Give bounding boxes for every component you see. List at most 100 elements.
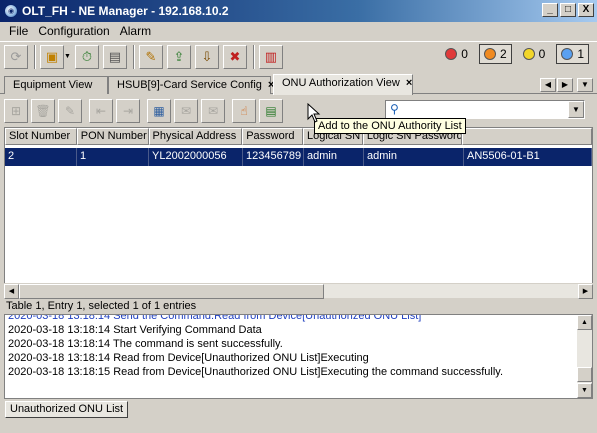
- major-alarm-icon: [483, 48, 496, 60]
- write-button[interactable]: ⇥: [116, 99, 140, 123]
- log-line: 2020-03-18 13:18:15 Read from Device[Una…: [8, 366, 504, 378]
- alarm-warning-count: 1: [577, 47, 584, 61]
- tab-onu-authorization-view[interactable]: ONU Authorization View ×: [273, 74, 413, 95]
- table-cell: 2: [5, 148, 77, 166]
- clock-icon: ⏱: [81, 48, 92, 64]
- critical-alarm-icon: [445, 48, 458, 60]
- alarm-minor[interactable]: 0: [518, 44, 551, 64]
- window-icon: ▣: [45, 48, 59, 64]
- maximize-button[interactable]: □: [560, 3, 576, 17]
- scroll-left-icon[interactable]: ◀: [4, 284, 19, 299]
- menu-configuration[interactable]: Configuration: [33, 24, 114, 38]
- tab-scroll-right-icon[interactable]: ▶: [557, 78, 573, 92]
- minor-alarm-icon: [522, 48, 535, 60]
- log-line: 2020-03-18 13:18:14 Read from Device[Una…: [8, 352, 369, 364]
- column-header[interactable]: Slot Number: [5, 128, 77, 145]
- scroll-right-icon[interactable]: ▶: [578, 284, 593, 299]
- download-icon: ⇩: [201, 48, 213, 64]
- upload-button[interactable]: ⇪: [166, 44, 191, 69]
- column-header[interactable]: PON Number: [76, 128, 149, 145]
- comment-icon: ✉: [180, 104, 192, 118]
- column-header[interactable]: Physical Address: [148, 128, 243, 145]
- comment-edit-button[interactable]: ✉: [201, 99, 225, 123]
- clock-button[interactable]: ⏱: [74, 44, 99, 69]
- delete-config-button[interactable]: ✖: [222, 44, 247, 69]
- download-button[interactable]: ⇩: [194, 44, 219, 69]
- modify-icon: ✎: [64, 104, 76, 118]
- tab-unauthorized-onu-list[interactable]: Unauthorized ONU List: [5, 401, 129, 418]
- add-to-authority-list-button[interactable]: ▤: [259, 99, 283, 123]
- tab-close-icon[interactable]: ×: [406, 77, 412, 89]
- search-input[interactable]: [406, 102, 566, 117]
- alarm-major-count: 2: [499, 47, 507, 61]
- scroll-thumb[interactable]: [577, 367, 592, 382]
- scroll-down-icon[interactable]: ▼: [577, 383, 592, 398]
- refresh-icon: ⟳: [10, 48, 22, 64]
- warning-alarm-icon: [561, 48, 574, 60]
- refresh-button[interactable]: ⟳: [4, 44, 28, 69]
- search-dropdown-icon[interactable]: ▼: [568, 101, 584, 118]
- comment-edit-icon: ✉: [207, 104, 219, 118]
- tab-list-icon[interactable]: ▼: [577, 78, 593, 92]
- tab-equipment-view[interactable]: Equipment View: [4, 76, 108, 94]
- toolbar-separator: [132, 44, 135, 69]
- log-line: 2020-03-18 13:18:14 Send the Command:Rea…: [8, 314, 422, 322]
- tab-label: HSUB[9]-Card Service Config: [117, 79, 262, 91]
- table-cell: admin: [304, 148, 364, 166]
- toolbar-separator: [252, 44, 255, 69]
- view-toolbar: ⊞ 🗑 ✎ ⇤ ⇥ ▦ ✉ ✉ ☝ ▤ ⚲ ▼: [4, 97, 593, 125]
- alarm-warning[interactable]: 1: [556, 44, 589, 64]
- window-menu-button[interactable]: ▣: [40, 44, 64, 69]
- search-combobox[interactable]: ⚲ ▼: [385, 100, 585, 119]
- add-button[interactable]: ⊞: [4, 99, 28, 123]
- toolbar-separator: [34, 44, 36, 69]
- log-line: 2020-03-18 13:18:14 Start Verifying Comm…: [8, 324, 262, 336]
- delete-button[interactable]: 🗑: [31, 99, 55, 123]
- alarm-critical[interactable]: 0: [440, 44, 473, 64]
- window-title: OLT_FH - NE Manager - 192.168.10.2: [22, 4, 229, 18]
- menu-file[interactable]: File: [4, 24, 33, 38]
- authorize-button[interactable]: ☝: [232, 99, 256, 123]
- column-header[interactable]: Password: [242, 128, 303, 145]
- app-icon: ◉: [4, 4, 18, 18]
- minimize-button[interactable]: _: [542, 3, 558, 17]
- hand-icon: ☝: [240, 104, 248, 118]
- tab-bar: Equipment View HSUB[9]-Card Service Conf…: [0, 74, 597, 95]
- horizontal-scrollbar[interactable]: ◀ ▶: [4, 283, 593, 299]
- alarm-major[interactable]: 2: [478, 44, 512, 64]
- window-controls: _ □ X: [542, 3, 594, 17]
- onu-table: Slot Number PON Number Physical Address …: [4, 127, 593, 298]
- upload-icon: ⇪: [173, 48, 185, 64]
- menu-bar: File Configuration Alarm: [0, 22, 597, 40]
- dropdown-arrow-icon[interactable]: ▼: [64, 53, 71, 60]
- scroll-up-icon[interactable]: ▲: [577, 315, 592, 330]
- table-cell: admin: [364, 148, 464, 166]
- report-icon: ▥: [264, 48, 278, 64]
- tab-label: ONU Authorization View: [282, 77, 400, 89]
- log-line: 2020-03-18 13:18:14 The command is sent …: [8, 338, 283, 350]
- edit-icon: ✎: [145, 48, 157, 64]
- menu-alarm[interactable]: Alarm: [115, 24, 156, 38]
- table-cell: YL2002000056: [149, 148, 243, 166]
- alarm-minor-count: 0: [538, 47, 546, 61]
- report-button[interactable]: ▥: [258, 44, 283, 69]
- title-bar: ◉ OLT_FH - NE Manager - 192.168.10.2 _ □…: [0, 0, 597, 22]
- print-button[interactable]: ▦: [147, 99, 171, 123]
- comment-button[interactable]: ✉: [174, 99, 198, 123]
- tab-scroll-left-icon[interactable]: ◀: [540, 78, 556, 92]
- scroll-thumb[interactable]: [19, 284, 324, 299]
- tab-card-service-config[interactable]: HSUB[9]-Card Service Config ×: [108, 76, 274, 94]
- close-button[interactable]: X: [578, 3, 594, 17]
- add-icon: ⊞: [10, 104, 22, 118]
- column-header[interactable]: [462, 128, 592, 145]
- table-header: Slot Number PON Number Physical Address …: [5, 128, 592, 145]
- modify-button[interactable]: ✎: [58, 99, 82, 123]
- vertical-scrollbar[interactable]: ▲ ▼: [577, 315, 592, 398]
- device-button[interactable]: ▤: [102, 44, 127, 69]
- table-cell: AN5506-01-B1: [464, 148, 592, 166]
- search-icon: ⚲: [390, 102, 399, 116]
- table-row[interactable]: 2 1 YL2002000056 123456789 admin admin A…: [5, 148, 592, 166]
- edit-config-button[interactable]: ✎: [138, 44, 163, 69]
- list-add-icon: ▤: [265, 104, 277, 118]
- read-button[interactable]: ⇤: [89, 99, 113, 123]
